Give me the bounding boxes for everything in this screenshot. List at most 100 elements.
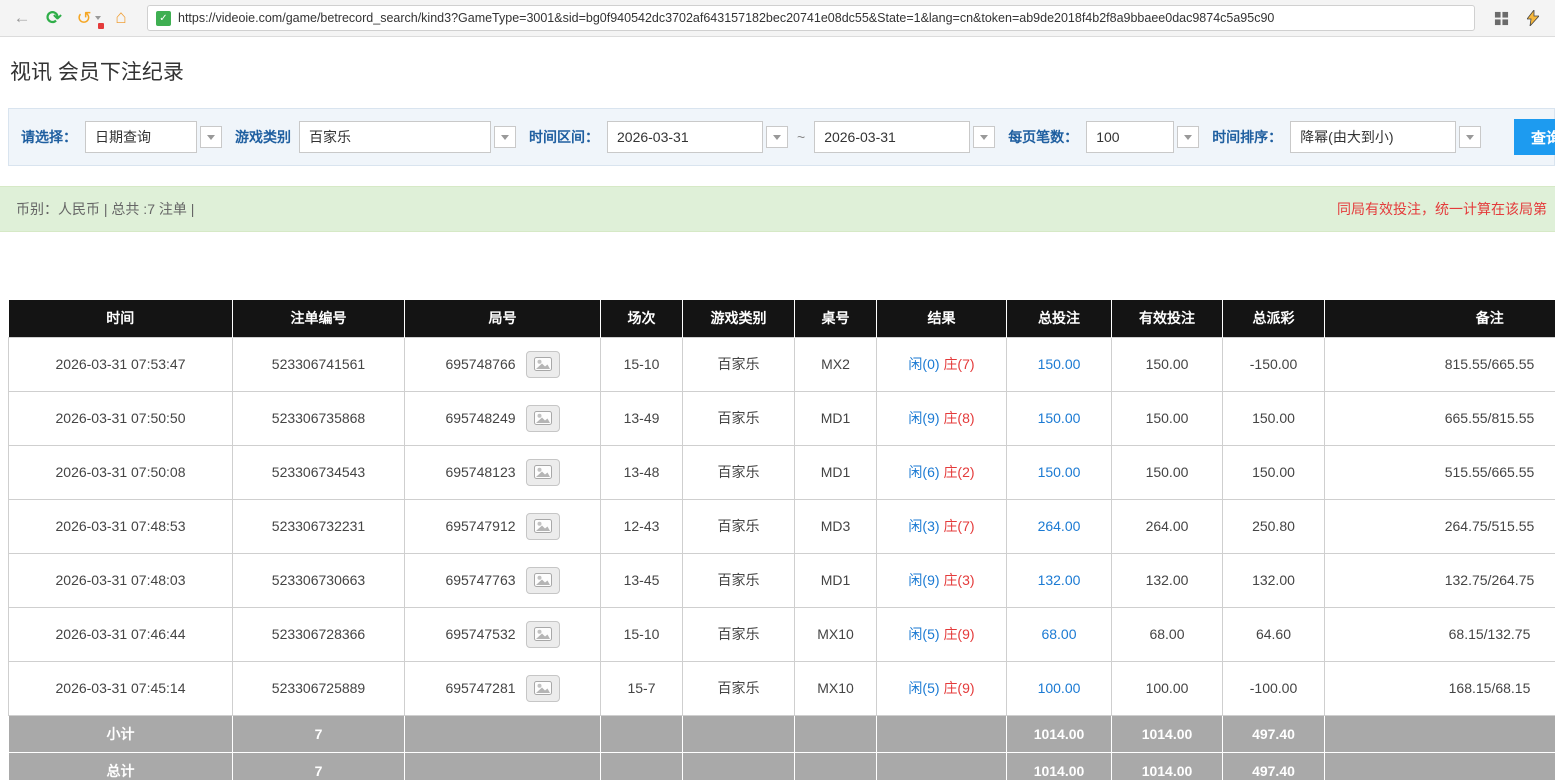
cell-valid-bet: 150.00 [1111,336,1223,392]
query-type-select[interactable]: 日期查询 [85,121,222,153]
chevron-down-icon[interactable] [1459,126,1482,148]
bet-record-row: 2026-03-31 07:53:47 523306741561 695748766… [8,336,1555,392]
replay-button[interactable] [525,404,560,432]
cell-payout: 250.80 [1222,498,1325,554]
back-icon[interactable]: ← [10,6,34,30]
undo-dropdown-icon[interactable] [95,16,101,20]
column-header-8: 有效投注 [1111,300,1223,337]
sort-select[interactable]: 降幂(由大到小) [1290,121,1482,153]
cell-bet-id: 523306728366 [232,606,405,662]
cell-table-no: MD1 [794,444,877,500]
result-banker: 庄(2) [943,464,975,480]
address-bar[interactable]: ✓ https://videoie.com/game/betrecord_sea… [147,5,1475,31]
cell-result: 闲(0) 庄(7) [876,336,1007,392]
cell-round: 695747281 [404,660,601,716]
home-icon[interactable]: ⌂ [109,6,133,30]
subtotal-cell-8: 1014.00 [1111,714,1223,753]
refresh-icon[interactable]: ⟳ [42,6,66,30]
column-header-9: 总派彩 [1222,300,1325,337]
date-to-value[interactable]: 2026-03-31 [814,121,971,153]
chevron-down-icon[interactable] [494,126,516,148]
total-bet-link[interactable]: 132.00 [1038,572,1081,588]
cell-remark: 264.75/515.55 [1324,498,1555,554]
lightning-icon[interactable] [1521,6,1545,30]
date-from-value[interactable]: 2026-03-31 [607,121,763,153]
game-type-label: 游戏类别 [235,129,291,145]
cell-round: 695748766 [404,336,601,392]
replay-button[interactable] [525,350,560,378]
cell-payout: -100.00 [1222,660,1325,716]
cell-game-type: 百家乐 [682,660,795,716]
cell-bet-id: 523306741561 [232,336,405,392]
cell-table-no: MX10 [794,660,877,716]
chevron-down-icon[interactable] [766,126,788,148]
cell-game-type: 百家乐 [682,444,795,500]
bet-record-row: 2026-03-31 07:50:08 523306734543 695748123… [8,444,1555,500]
total-bet-link[interactable]: 100.00 [1038,680,1081,696]
column-header-10: 备注 [1324,300,1555,337]
column-header-3: 场次 [600,300,683,337]
game-type-select[interactable]: 百家乐 [299,121,516,153]
search-button[interactable]: 查询 [1514,119,1555,155]
cell-game-type: 百家乐 [682,336,795,392]
range-separator: ~ [797,129,806,145]
cell-session: 13-48 [600,444,683,500]
url-text[interactable]: https://videoie.com/game/betrecord_searc… [178,11,1274,25]
cell-remark: 665.55/815.55 [1324,390,1555,446]
cell-total-bet: 150.00 [1006,444,1112,500]
round-number: 695747281 [445,680,516,696]
grand-total-cell-0: 总计 [8,751,233,780]
total-bet-link[interactable]: 150.00 [1038,410,1081,426]
apps-grid-icon[interactable] [1489,6,1513,30]
page-size-value[interactable]: 100 [1086,121,1175,153]
round-number: 695747532 [445,626,516,642]
cell-table-no: MD3 [794,498,877,554]
replay-button[interactable] [525,566,560,594]
notification-dot [98,23,104,29]
cell-total-bet: 150.00 [1006,336,1112,392]
chevron-down-icon[interactable] [1177,126,1200,148]
cell-result: 闲(3) 庄(7) [876,498,1007,554]
sort-value[interactable]: 降幂(由大到小) [1290,121,1457,153]
query-type-value[interactable]: 日期查询 [85,121,197,153]
subtotal-cell-0: 小计 [8,714,233,753]
summary-currency-count: 币别：人民币 | 总共 :7 注单 | [16,201,195,217]
subtotal-cell-1: 7 [232,714,405,753]
total-bet-link[interactable]: 264.00 [1038,518,1081,534]
game-type-value[interactable]: 百家乐 [299,121,491,153]
replay-button[interactable] [525,458,560,486]
result-player: 闲(3) [908,518,940,534]
cell-round: 695747532 [404,606,601,662]
game-type-group: 游戏类别 百家乐 [235,121,516,153]
filter-panel: 请选择： 日期查询 游戏类别 百家乐 时间区间： 2026-03-31 ~ 20… [8,108,1555,166]
query-type-group: 请选择： 日期查询 [21,121,222,153]
undo-icon[interactable]: ↺ [74,6,94,30]
replay-button[interactable] [525,674,560,702]
cell-remark: 515.55/665.55 [1324,444,1555,500]
subtotal-cell-7: 1014.00 [1006,714,1112,753]
column-header-2: 局号 [404,300,601,337]
column-header-5: 桌号 [794,300,877,337]
cell-payout: -150.00 [1222,336,1325,392]
date-from-select[interactable]: 2026-03-31 [607,121,788,153]
cell-result: 闲(6) 庄(2) [876,444,1007,500]
grand-total-cell-10 [1324,751,1555,780]
total-bet-link[interactable]: 68.00 [1041,626,1076,642]
cell-total-bet: 264.00 [1006,498,1112,554]
bet-record-row: 2026-03-31 07:45:14 523306725889 695747281… [8,660,1555,716]
total-bet-link[interactable]: 150.00 [1038,356,1081,372]
undo-group[interactable]: ↺ [74,6,104,30]
total-bet-link[interactable]: 150.00 [1038,464,1081,480]
cell-time: 2026-03-31 07:48:03 [8,552,233,608]
replay-button[interactable] [525,512,560,540]
chevron-down-icon[interactable] [973,126,996,148]
cell-valid-bet: 68.00 [1111,606,1223,662]
chevron-down-icon[interactable] [200,126,222,148]
date-to-select[interactable]: 2026-03-31 [814,121,996,153]
replay-button[interactable] [525,620,560,648]
cell-bet-id: 523306725889 [232,660,405,716]
cell-total-bet: 68.00 [1006,606,1112,662]
cell-remark: 132.75/264.75 [1324,552,1555,608]
page-size-select[interactable]: 100 [1086,121,1200,153]
cell-time: 2026-03-31 07:46:44 [8,606,233,662]
